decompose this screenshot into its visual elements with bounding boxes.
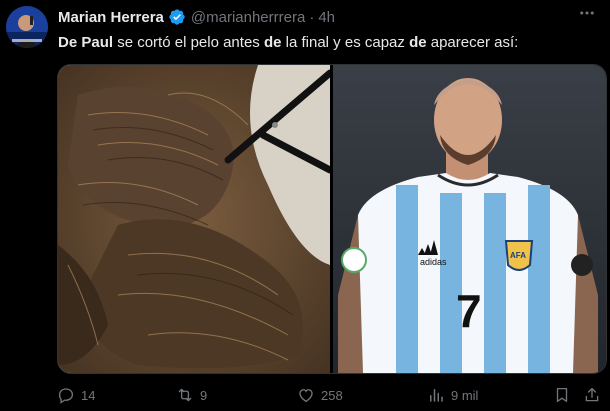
tweet-text-part: se cortó el pelo antes	[113, 34, 264, 51]
tweet-text-part: aparecer así:	[426, 34, 519, 51]
views-icon	[430, 389, 443, 402]
action-bar: 14 9 258 9 mil	[57, 383, 605, 407]
reply-icon	[58, 388, 74, 404]
verified-badge-icon	[168, 8, 186, 26]
reply-button[interactable]: 14	[57, 383, 95, 407]
like-button[interactable]: 258	[297, 383, 343, 407]
reply-count: 14	[81, 387, 96, 403]
retweet-icon	[178, 388, 192, 402]
jersey-brand: adidas	[420, 257, 447, 267]
player-photo: adidas AFA 7	[333, 65, 606, 373]
jersey-number: 7	[456, 285, 482, 337]
tweet-media[interactable]: adidas AFA 7	[57, 64, 607, 374]
tweet-text-part: De Paul	[58, 34, 114, 51]
jersey-badge: AFA	[510, 251, 526, 260]
share-button[interactable]	[583, 383, 607, 407]
author-name[interactable]: Marian Herrera	[58, 9, 164, 26]
hair-photo	[58, 65, 334, 373]
more-icon[interactable]	[578, 4, 596, 27]
tweet-text: De Paul se cortó el pelo antes de la fin…	[58, 33, 518, 53]
avatar[interactable]	[6, 6, 48, 48]
author-handle[interactable]: @marianherrrera	[191, 9, 305, 26]
retweet-button[interactable]: 9	[176, 383, 207, 407]
share-icon	[585, 387, 599, 402]
bookmark-icon	[556, 387, 568, 403]
separator-dot: ·	[309, 8, 315, 26]
tweet-text-part: de	[263, 34, 282, 51]
bookmark-button[interactable]	[553, 383, 577, 407]
tweet-header: Marian Herrera @marianherrrera · 4h	[58, 7, 335, 27]
like-count: 258	[321, 387, 343, 403]
views-count: 9 mil	[451, 387, 479, 403]
retweet-count: 9	[200, 387, 208, 403]
views-button[interactable]: 9 mil	[427, 383, 478, 407]
tweet-text-part: la final y es capaz	[281, 34, 410, 51]
heart-icon	[299, 389, 313, 403]
tweet-text-part: de	[409, 34, 427, 51]
timestamp[interactable]: 4h	[318, 9, 335, 26]
